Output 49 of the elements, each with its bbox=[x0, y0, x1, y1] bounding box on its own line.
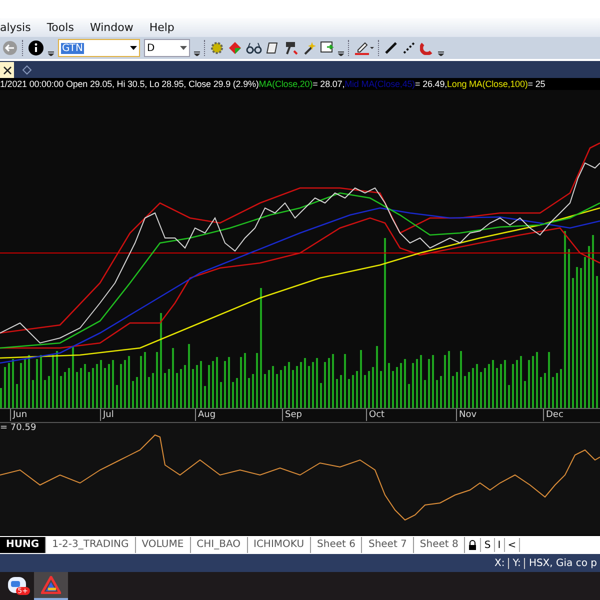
chart-export-icon[interactable] bbox=[320, 41, 334, 55]
menu-item[interactable]: Help bbox=[149, 21, 174, 34]
line-tool-icon[interactable] bbox=[384, 41, 398, 55]
document-icon[interactable] bbox=[266, 41, 280, 55]
interval-combo[interactable]: D bbox=[144, 39, 190, 57]
info-icon[interactable] bbox=[28, 40, 44, 56]
hammer-icon[interactable] bbox=[284, 41, 298, 55]
menu-item[interactable]: Tools bbox=[46, 21, 74, 34]
sheet-tab[interactable]: 1-2-3_TRADING bbox=[46, 537, 136, 553]
taskbar-button[interactable] bbox=[34, 572, 68, 600]
diamond-icon[interactable] bbox=[228, 41, 242, 55]
month-label: Jul bbox=[100, 409, 114, 421]
month-label: Sep bbox=[282, 409, 302, 421]
pin-icon bbox=[22, 65, 32, 75]
sheet-nav-button[interactable]: < bbox=[504, 538, 520, 552]
wand-icon[interactable] bbox=[302, 41, 316, 55]
chart-tab[interactable] bbox=[0, 62, 14, 78]
sheet-tab[interactable]: Sheet 7 bbox=[362, 537, 414, 553]
symbol-combo[interactable]: GTN bbox=[58, 39, 140, 57]
close-icon[interactable] bbox=[2, 66, 12, 74]
sheet-nav-button[interactable]: S bbox=[481, 538, 495, 552]
menu-item[interactable]: Window bbox=[90, 21, 134, 34]
sheet-tab[interactable]: ICHIMOKU bbox=[248, 537, 312, 553]
magnet-icon[interactable] bbox=[420, 41, 434, 55]
month-label: Oct bbox=[366, 409, 385, 421]
status-text: X: bbox=[494, 558, 509, 568]
lock-icon bbox=[468, 540, 478, 550]
month-label: Nov bbox=[456, 409, 477, 421]
caret-icon bbox=[180, 46, 187, 50]
chat-bubble-icon bbox=[7, 576, 27, 596]
sheet-tab[interactable]: VOLUME bbox=[136, 537, 191, 553]
month-label: Dec bbox=[543, 409, 564, 421]
status-text: HSX, Gia co p bbox=[528, 558, 598, 568]
gear-icon[interactable] bbox=[210, 41, 224, 55]
pen-icon[interactable] bbox=[354, 41, 374, 55]
menu-item[interactable]: alysis bbox=[0, 21, 31, 34]
indicator-reading: = 70.59 bbox=[0, 423, 36, 433]
month-label: Aug bbox=[195, 409, 216, 421]
sheet-tab[interactable]: CHI_BAO bbox=[190, 537, 248, 553]
caret-icon bbox=[130, 46, 137, 50]
status-text: Y: bbox=[512, 558, 525, 568]
month-label: Jun bbox=[10, 409, 28, 421]
dotted-line-icon[interactable] bbox=[402, 41, 416, 55]
sheet-tab[interactable]: HUNG bbox=[0, 537, 46, 553]
sheet-tab[interactable]: Sheet 8 bbox=[414, 537, 466, 553]
sheet-tab[interactable]: Sheet 6 bbox=[311, 537, 362, 553]
triangle-logo-icon bbox=[41, 576, 61, 594]
sheet-nav-button[interactable]: I bbox=[494, 538, 505, 552]
glasses-icon[interactable] bbox=[246, 41, 262, 55]
